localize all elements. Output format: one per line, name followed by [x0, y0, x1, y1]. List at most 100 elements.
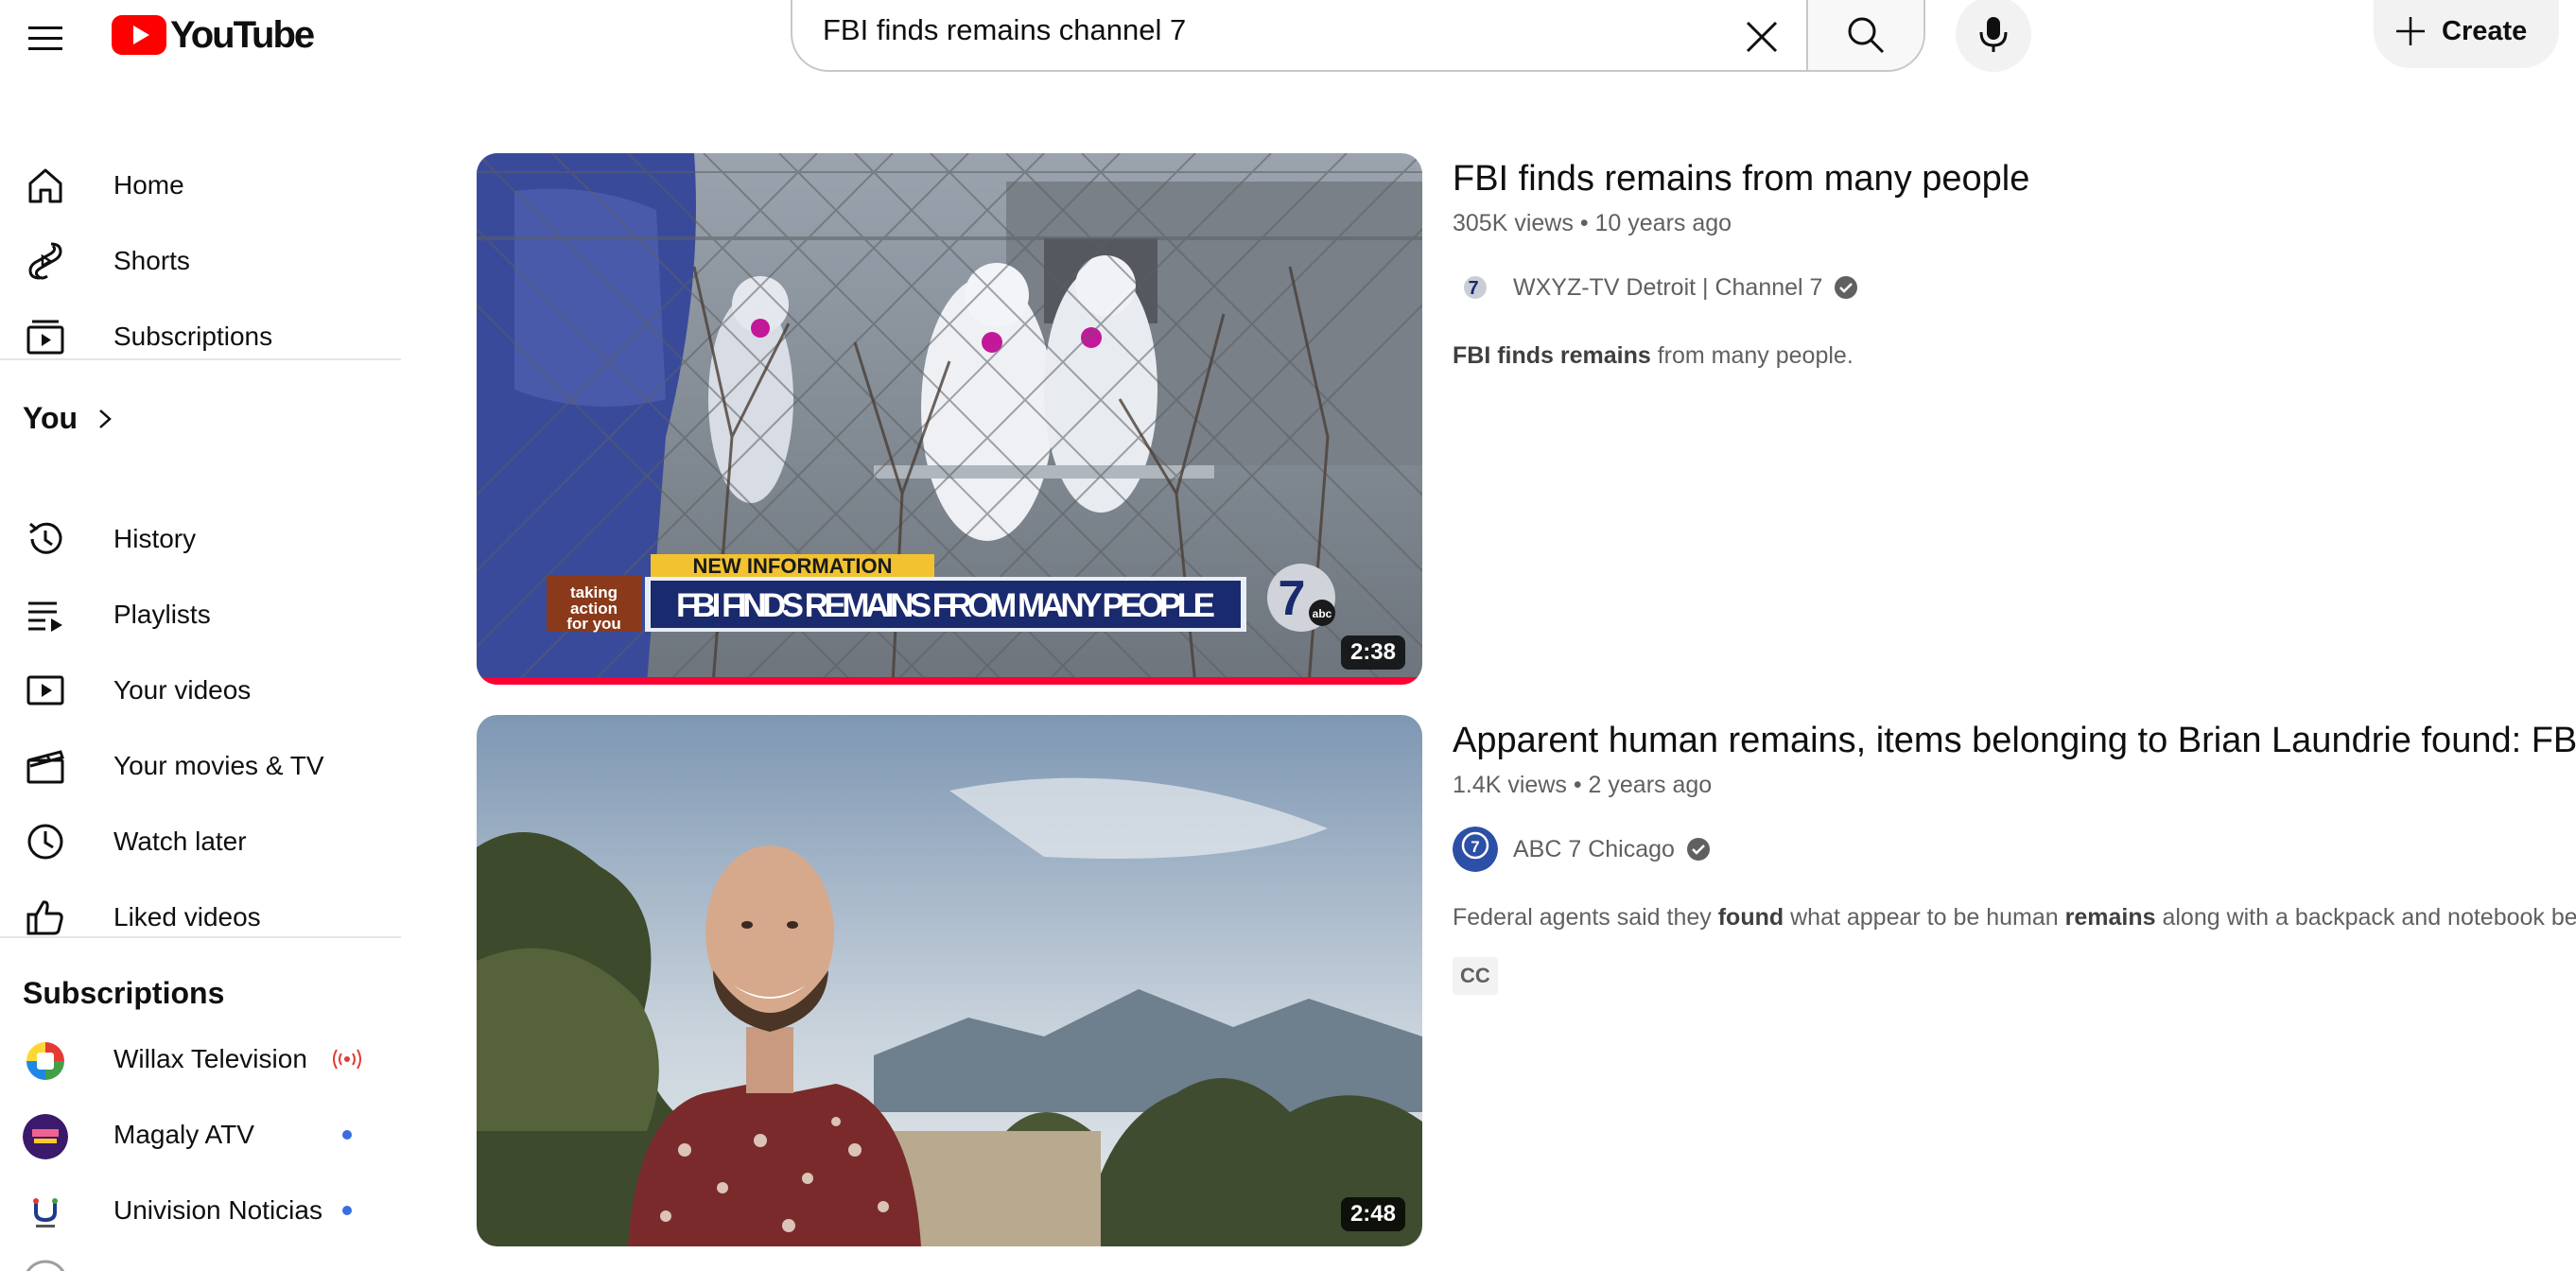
youtube-play-icon: [112, 15, 166, 55]
history-icon: [25, 518, 66, 560]
hamburger-icon: [28, 26, 62, 50]
new-content-dot: [342, 1206, 352, 1215]
video-meta: 1.4K views • 2 years ago: [1453, 772, 1712, 799]
search-icon: [1848, 17, 1885, 54]
live-broadcast-icon: [333, 1049, 361, 1070]
sidebar-item-label: Subscriptions: [113, 322, 273, 351]
sidebar-item-shorts[interactable]: Shorts: [0, 223, 401, 299]
channel-link[interactable]: 7 WXYZ-TV Detroit | Channel 7: [1453, 265, 1858, 310]
sidebar-item-your-videos[interactable]: Your videos: [0, 653, 401, 728]
description-text: Federal agents said they: [1453, 904, 1712, 931]
sidebar-item-liked-videos[interactable]: Liked videos: [0, 879, 401, 955]
sidebar-item-history[interactable]: History: [0, 501, 401, 577]
description-highlight: found: [1717, 904, 1784, 931]
clock-icon: [25, 821, 66, 862]
channel-avatar: [23, 1114, 68, 1159]
thumb-banner-top: NEW INFORMATION: [692, 554, 892, 578]
video-result: taking action for you NEW INFORMATION FB…: [477, 153, 2576, 685]
video-thumbnail[interactable]: 2:48: [477, 715, 1422, 1246]
description-highlight: remains: [2064, 904, 2156, 931]
channel-7-logo: 7: [1279, 571, 1306, 626]
video-thumbnail[interactable]: taking action for you NEW INFORMATION FB…: [477, 153, 1422, 685]
svg-text:7: 7: [1468, 278, 1478, 299]
you-section-header[interactable]: You: [23, 401, 119, 436]
menu-button[interactable]: [17, 9, 74, 66]
sidebar-item-label: Home: [113, 170, 184, 200]
video-meta: 305K views • 10 years ago: [1453, 210, 1732, 237]
sidebar-item-subscriptions[interactable]: Subscriptions: [0, 299, 401, 374]
subscription-item-magaly[interactable]: Magaly ATV: [0, 1097, 401, 1173]
thumb-banner-main: FBI FINDS REMAINS FROM MANY PEOPLE: [676, 587, 1215, 624]
thumbs-up-icon: [25, 897, 66, 938]
sidebar-item-movies-tv[interactable]: Your movies & TV: [0, 728, 401, 804]
verified-badge-icon: [1835, 276, 1858, 299]
duration-badge: 2:48: [1340, 1197, 1405, 1231]
description-text: along with a backpack and notebook belon…: [2162, 904, 2576, 931]
you-title: You: [23, 401, 78, 435]
channel-avatar: [23, 1260, 68, 1271]
close-icon: [1746, 21, 1778, 53]
masthead: YouTube FBI finds remains channel 7 Crea…: [0, 0, 2576, 79]
playlists-icon: [25, 594, 66, 636]
sidebar-item-label: Playlists: [113, 600, 211, 629]
sidebar-item-label: Univision Noticias: [113, 1195, 322, 1225]
search-query: FBI finds remains channel 7: [823, 13, 1187, 46]
thumbnail-image: taking action for you NEW INFORMATION FB…: [477, 153, 1422, 685]
microphone-icon: [1979, 17, 2008, 52]
sidebar-item-label: Willax Television: [113, 1044, 307, 1073]
closed-captions-badge: CC: [1453, 957, 1498, 995]
channel-avatar: [23, 1038, 68, 1084]
create-button[interactable]: Create: [2374, 0, 2559, 68]
your-videos-icon: [25, 670, 66, 711]
search-button[interactable]: [1806, 0, 1925, 72]
sidebar-item-label: Liked videos: [113, 902, 261, 931]
sidebar-item-playlists[interactable]: Playlists: [0, 577, 401, 653]
channel-avatar: [23, 1190, 68, 1235]
voice-search-button[interactable]: [1956, 0, 2031, 72]
channel-avatar: 7: [1453, 827, 1498, 872]
svg-text:abc: abc: [1313, 607, 1332, 620]
svg-text:7: 7: [1471, 838, 1479, 856]
home-icon: [25, 165, 66, 206]
clear-search-button[interactable]: [1738, 13, 1785, 61]
logo-text: YouTube: [170, 13, 315, 56]
subscription-item-partial[interactable]: [0, 1248, 401, 1271]
thumb-tag-line-3: for you: [566, 615, 621, 633]
description-text: what appear to be human: [1790, 904, 2059, 931]
subscriptions-icon: [25, 316, 66, 357]
sidebar-item-label: History: [113, 524, 197, 553]
subscription-item-univision[interactable]: Univision Noticias: [0, 1173, 401, 1248]
chevron-right-icon: [99, 409, 112, 428]
sidebar-item-watch-later[interactable]: Watch later: [0, 804, 401, 879]
movies-icon: [25, 745, 66, 787]
search-input[interactable]: FBI finds remains channel 7: [791, 0, 1806, 72]
channel-name: WXYZ-TV Detroit | Channel 7: [1513, 273, 1823, 301]
channel-link[interactable]: 7 ABC 7 Chicago: [1453, 827, 1711, 872]
youtube-logo[interactable]: YouTube: [112, 13, 315, 57]
search-bar: FBI finds remains channel 7: [791, 0, 1925, 72]
video-description: Federal agents said they found what appe…: [1453, 904, 2576, 931]
channel-avatar: 7: [1453, 265, 1498, 310]
description-highlight: FBI finds remains: [1453, 342, 1651, 369]
video-title[interactable]: Apparent human remains, items belonging …: [1453, 721, 2576, 761]
new-content-dot: [342, 1130, 352, 1140]
subscription-item-willax[interactable]: Willax Television: [0, 1021, 401, 1097]
watch-progress-bar: [477, 677, 1422, 685]
meta-separator: •: [1573, 772, 1589, 798]
sidebar-item-label: Watch later: [113, 827, 247, 856]
video-description: FBI finds remains from many people.: [1453, 342, 1854, 370]
video-result: 2:48 Apparent human remains, items belon…: [477, 715, 2576, 1246]
video-title[interactable]: FBI finds remains from many people: [1453, 159, 2029, 200]
channel-name: ABC 7 Chicago: [1513, 835, 1675, 862]
subscriptions-section-header: Subscriptions: [23, 976, 224, 1011]
verified-badge-icon: [1686, 838, 1710, 861]
upload-age: 2 years ago: [1588, 772, 1713, 798]
description-text: from many people.: [1657, 342, 1854, 369]
plus-icon: [2396, 17, 2425, 45]
view-count: 305K views: [1453, 210, 1574, 236]
sidebar-item-label: Magaly ATV: [113, 1120, 254, 1149]
sidebar-divider: [0, 358, 401, 360]
sidebar-item-home[interactable]: Home: [0, 148, 401, 223]
upload-age: 10 years ago: [1594, 210, 1732, 236]
create-label: Create: [2442, 15, 2528, 46]
